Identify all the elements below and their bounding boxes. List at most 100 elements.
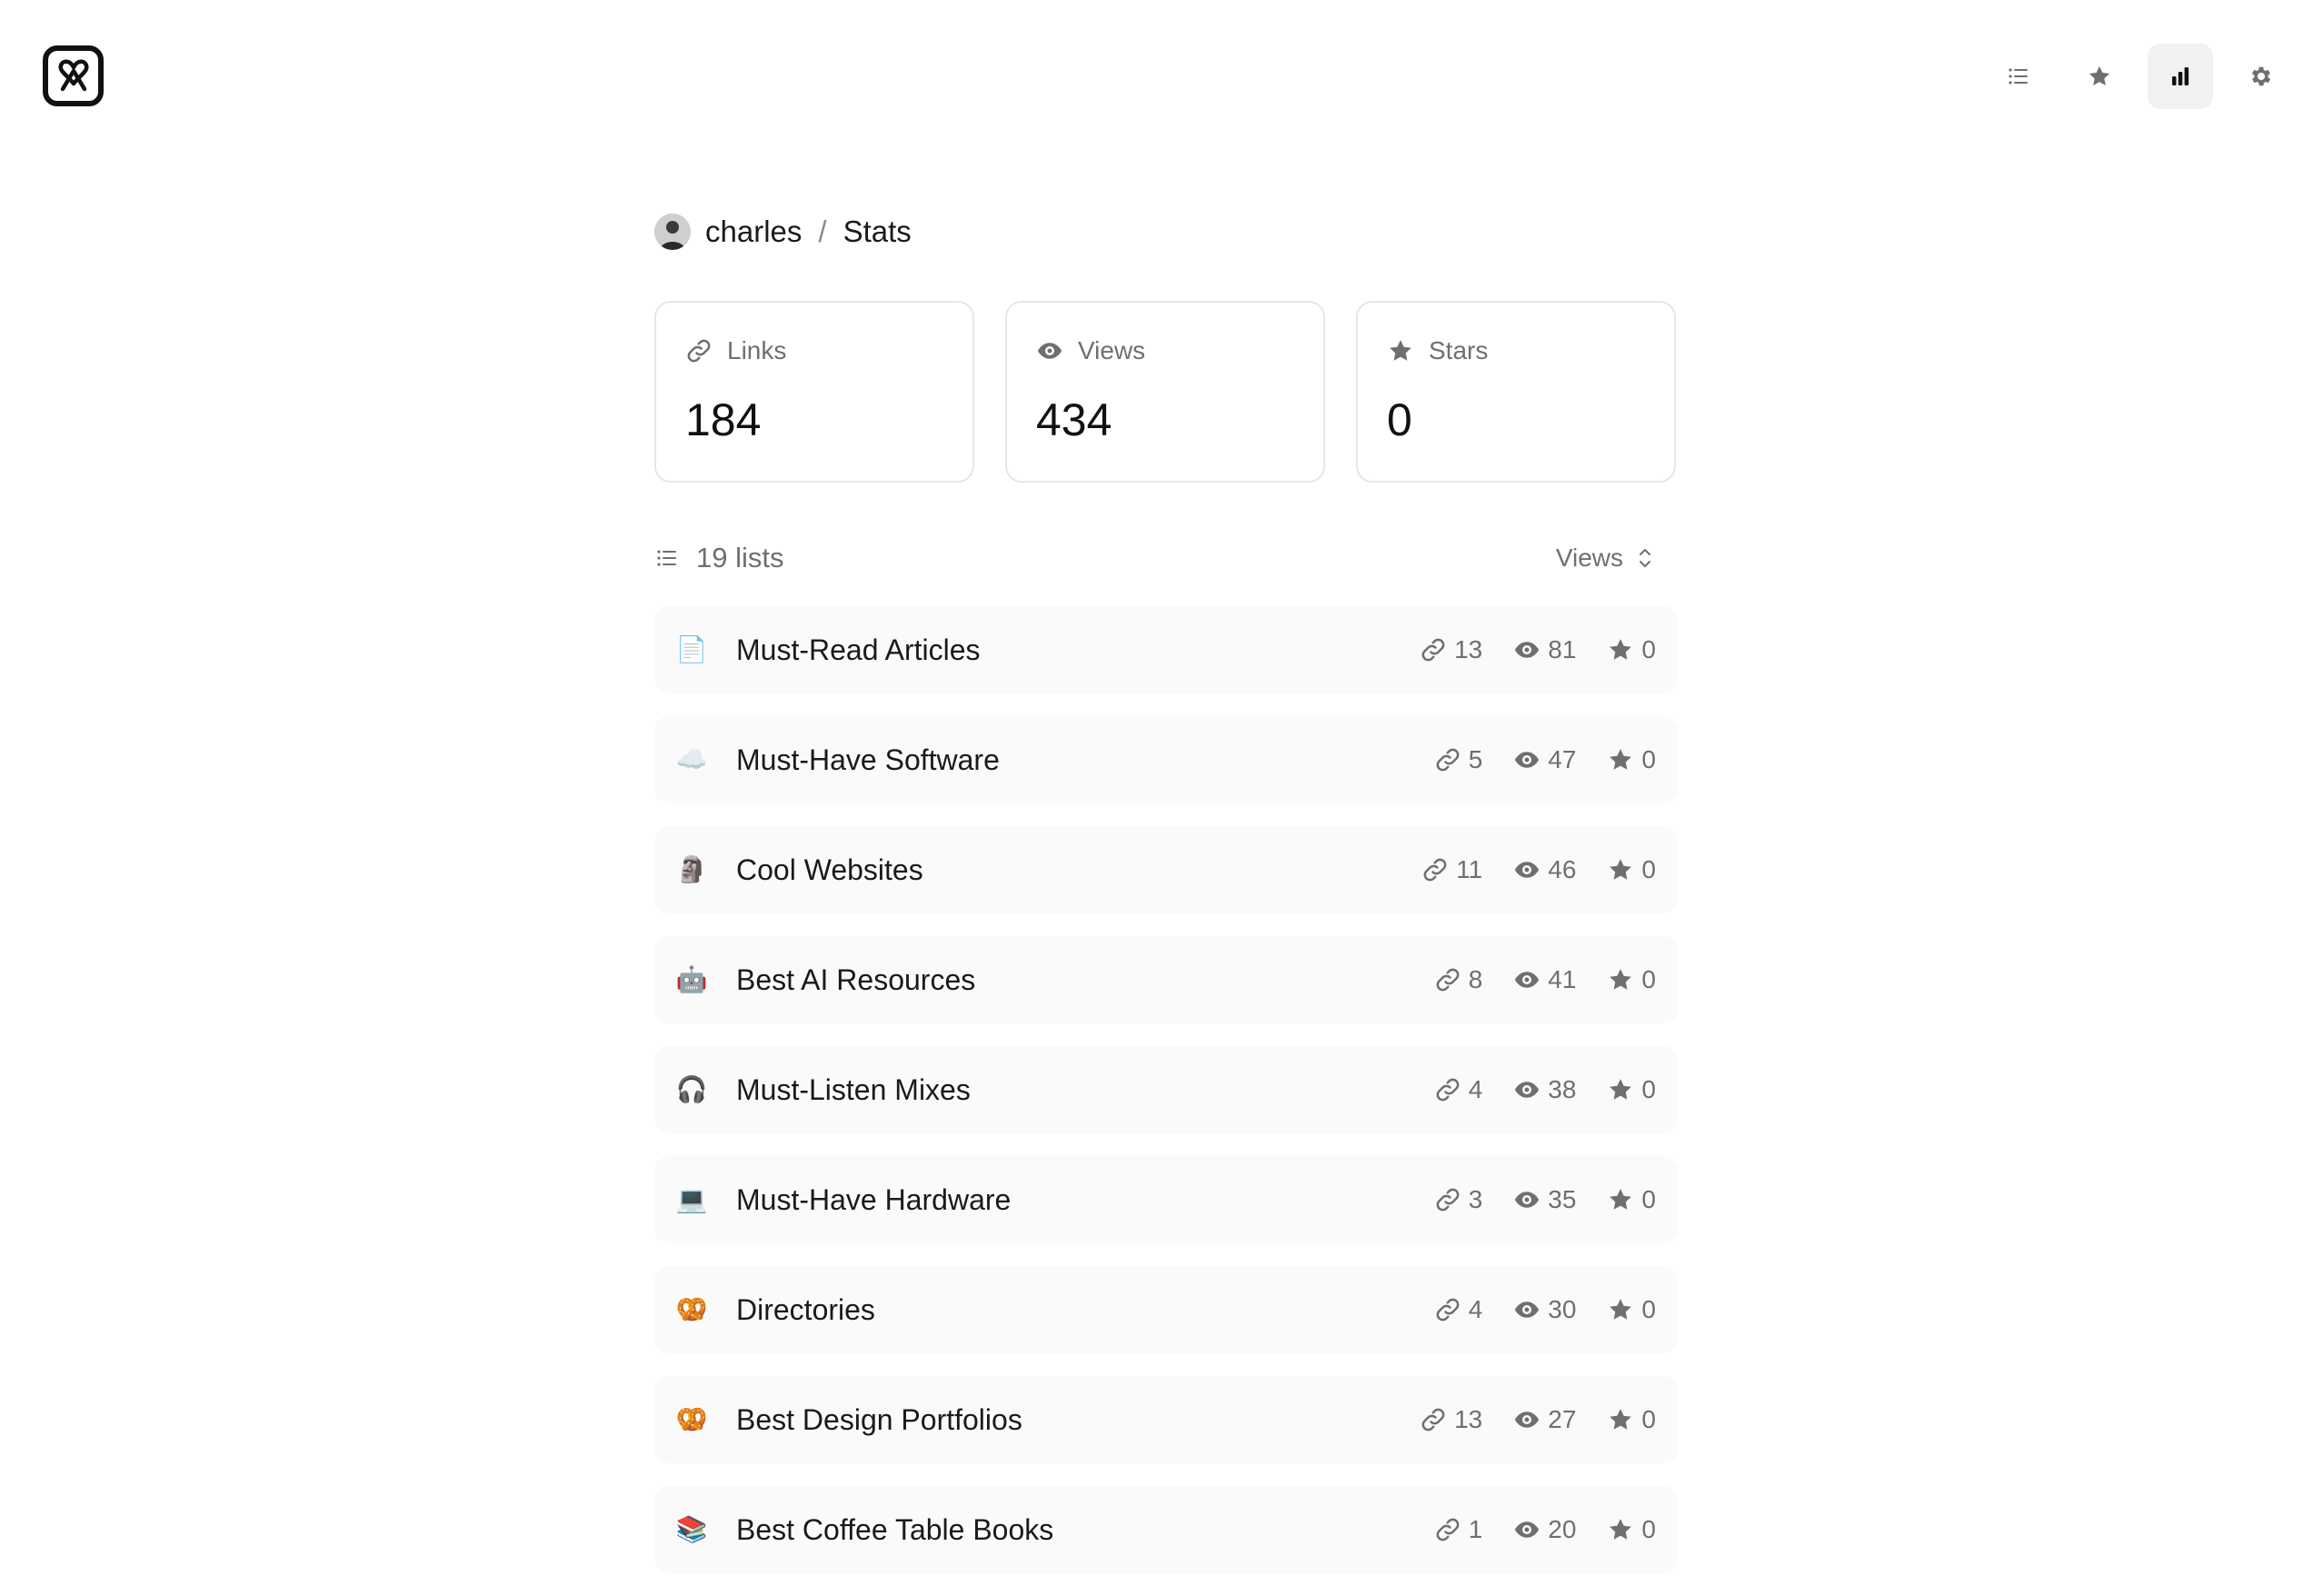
list-views-stat: 20 xyxy=(1513,1515,1576,1544)
list-stars-count: 0 xyxy=(1641,1075,1656,1103)
list-stars-count: 0 xyxy=(1641,745,1656,773)
list-emoji-icon: 🥨 xyxy=(675,1405,708,1433)
sort-label: Views xyxy=(1555,544,1623,572)
list-views-count: 30 xyxy=(1548,1295,1577,1323)
list-views-count: 35 xyxy=(1548,1185,1577,1213)
star-icon xyxy=(1610,1299,1632,1320)
list-row[interactable]: 📄 Must-Read Articles 13 81 0 xyxy=(654,606,1678,693)
list-links-count: 8 xyxy=(1468,965,1483,993)
avatar[interactable] xyxy=(654,214,691,250)
list-emoji-icon: 🤖 xyxy=(675,965,708,993)
list-stats: 1 20 0 xyxy=(1434,1515,1656,1544)
list-row[interactable]: 🥨 Best Design Portfolios 13 27 0 xyxy=(654,1376,1678,1463)
list-links-stat: 8 xyxy=(1434,965,1483,994)
list-links-count: 1 xyxy=(1468,1515,1483,1543)
user-avatar-icon xyxy=(654,214,691,250)
stars-label: Stars xyxy=(1429,336,1489,364)
list-stars-stat: 0 xyxy=(1607,855,1656,884)
list-views-stat: 47 xyxy=(1513,745,1576,774)
link-icon xyxy=(1423,858,1447,882)
list-stars-count: 0 xyxy=(1641,965,1656,993)
eye-icon xyxy=(1515,642,1540,658)
list-views-count: 20 xyxy=(1548,1515,1577,1543)
list-links-count: 13 xyxy=(1454,1405,1483,1433)
star-icon xyxy=(1610,1189,1632,1210)
views-stat-card: Views 434 xyxy=(1005,301,1325,483)
eye-icon xyxy=(1515,1411,1540,1428)
nav-settings-button[interactable] xyxy=(2228,44,2294,109)
list-links-count: 4 xyxy=(1468,1295,1483,1323)
list-emoji-icon: 💻 xyxy=(675,1185,708,1213)
list-links-count: 5 xyxy=(1468,745,1483,773)
eye-icon xyxy=(1515,752,1540,768)
link-icon xyxy=(687,339,711,363)
list-stats: 13 81 0 xyxy=(1420,635,1656,664)
list-row[interactable]: 🤖 Best AI Resources 8 41 0 xyxy=(654,936,1678,1023)
list-emoji-icon: 🥨 xyxy=(675,1295,708,1323)
views-total: 434 xyxy=(1036,394,1112,445)
bar-chart-icon xyxy=(2172,67,2189,85)
lists-count-label: 19 lists xyxy=(696,542,784,574)
list-stars-count: 0 xyxy=(1641,1185,1656,1213)
eye-icon xyxy=(1515,1192,1540,1208)
list-row[interactable]: 💻 Must-Have Hardware 3 35 0 xyxy=(654,1156,1678,1243)
eye-icon xyxy=(1515,1302,1540,1318)
list-name: Must-Listen Mixes xyxy=(736,1072,971,1106)
nav-stats-button[interactable] xyxy=(2148,44,2213,109)
list-views-stat: 30 xyxy=(1513,1295,1576,1324)
star-icon xyxy=(1610,969,1632,990)
star-icon xyxy=(2089,65,2110,86)
list-links-stat: 11 xyxy=(1421,855,1482,884)
lists-table: 📄 Must-Read Articles 13 81 0 ☁️ Must-Hav… xyxy=(654,606,1678,1573)
pretzel-logo-icon xyxy=(57,59,89,91)
stars-total: 0 xyxy=(1387,394,1412,445)
breadcrumb-current-page: Stats xyxy=(842,214,912,248)
lists-header: 19 lists Views xyxy=(654,535,1678,581)
list-row[interactable]: 📚 Best Coffee Table Books 1 20 0 xyxy=(654,1486,1678,1573)
links-total: 184 xyxy=(685,394,762,445)
list-links-stat: 4 xyxy=(1434,1295,1483,1324)
top-navigation xyxy=(1986,44,2294,109)
link-icon xyxy=(1421,638,1445,662)
list-row[interactable]: 🗿 Cool Websites 11 46 0 xyxy=(654,826,1678,913)
breadcrumb: charles / Stats xyxy=(654,209,1678,254)
breadcrumb-user[interactable]: charles xyxy=(705,214,802,249)
list-name: Best Coffee Table Books xyxy=(736,1512,1054,1546)
list-row[interactable]: 🥨 Directories 4 30 0 xyxy=(654,1266,1678,1353)
star-icon xyxy=(1610,1519,1632,1540)
eye-icon xyxy=(1515,862,1540,878)
list-links-count: 4 xyxy=(1468,1075,1483,1103)
list-name: Cool Websites xyxy=(736,853,923,886)
list-links-stat: 5 xyxy=(1434,745,1483,774)
list-emoji-icon: ☁️ xyxy=(675,745,708,773)
sort-dropdown[interactable]: Views xyxy=(1556,544,1654,573)
eye-icon xyxy=(1515,972,1540,988)
list-stats: 4 30 0 xyxy=(1434,1295,1656,1324)
list-row[interactable]: 🎧 Must-Listen Mixes 4 38 0 xyxy=(654,1046,1678,1133)
stars-stat-card: Stars 0 xyxy=(1356,301,1676,483)
list-links-stat: 4 xyxy=(1434,1075,1483,1104)
list-stars-count: 0 xyxy=(1641,855,1656,883)
link-icon xyxy=(1436,1518,1460,1541)
chevron-up-down-icon xyxy=(1640,549,1650,567)
list-stats: 5 47 0 xyxy=(1434,745,1656,774)
list-emoji-icon: 📚 xyxy=(675,1515,708,1543)
star-icon xyxy=(1610,639,1632,660)
links-stat-card: Links 184 xyxy=(654,301,974,483)
list-stars-count: 0 xyxy=(1641,1515,1656,1543)
nav-lists-button[interactable] xyxy=(1986,44,2051,109)
list-emoji-icon: 📄 xyxy=(675,635,708,663)
list-links-count: 13 xyxy=(1454,635,1483,663)
star-icon xyxy=(1390,340,1411,361)
list-stats: 8 41 0 xyxy=(1434,965,1656,994)
list-links-stat: 13 xyxy=(1420,635,1482,664)
star-icon xyxy=(1610,1079,1632,1100)
link-icon xyxy=(1436,1298,1460,1322)
list-links-stat: 1 xyxy=(1434,1515,1483,1544)
list-links-count: 11 xyxy=(1456,855,1483,883)
app-logo[interactable] xyxy=(43,45,104,106)
list-stats: 4 38 0 xyxy=(1434,1075,1656,1104)
nav-starred-button[interactable] xyxy=(2067,44,2132,109)
list-row[interactable]: ☁️ Must-Have Software 5 47 0 xyxy=(654,716,1678,803)
gear-icon xyxy=(2251,66,2271,86)
